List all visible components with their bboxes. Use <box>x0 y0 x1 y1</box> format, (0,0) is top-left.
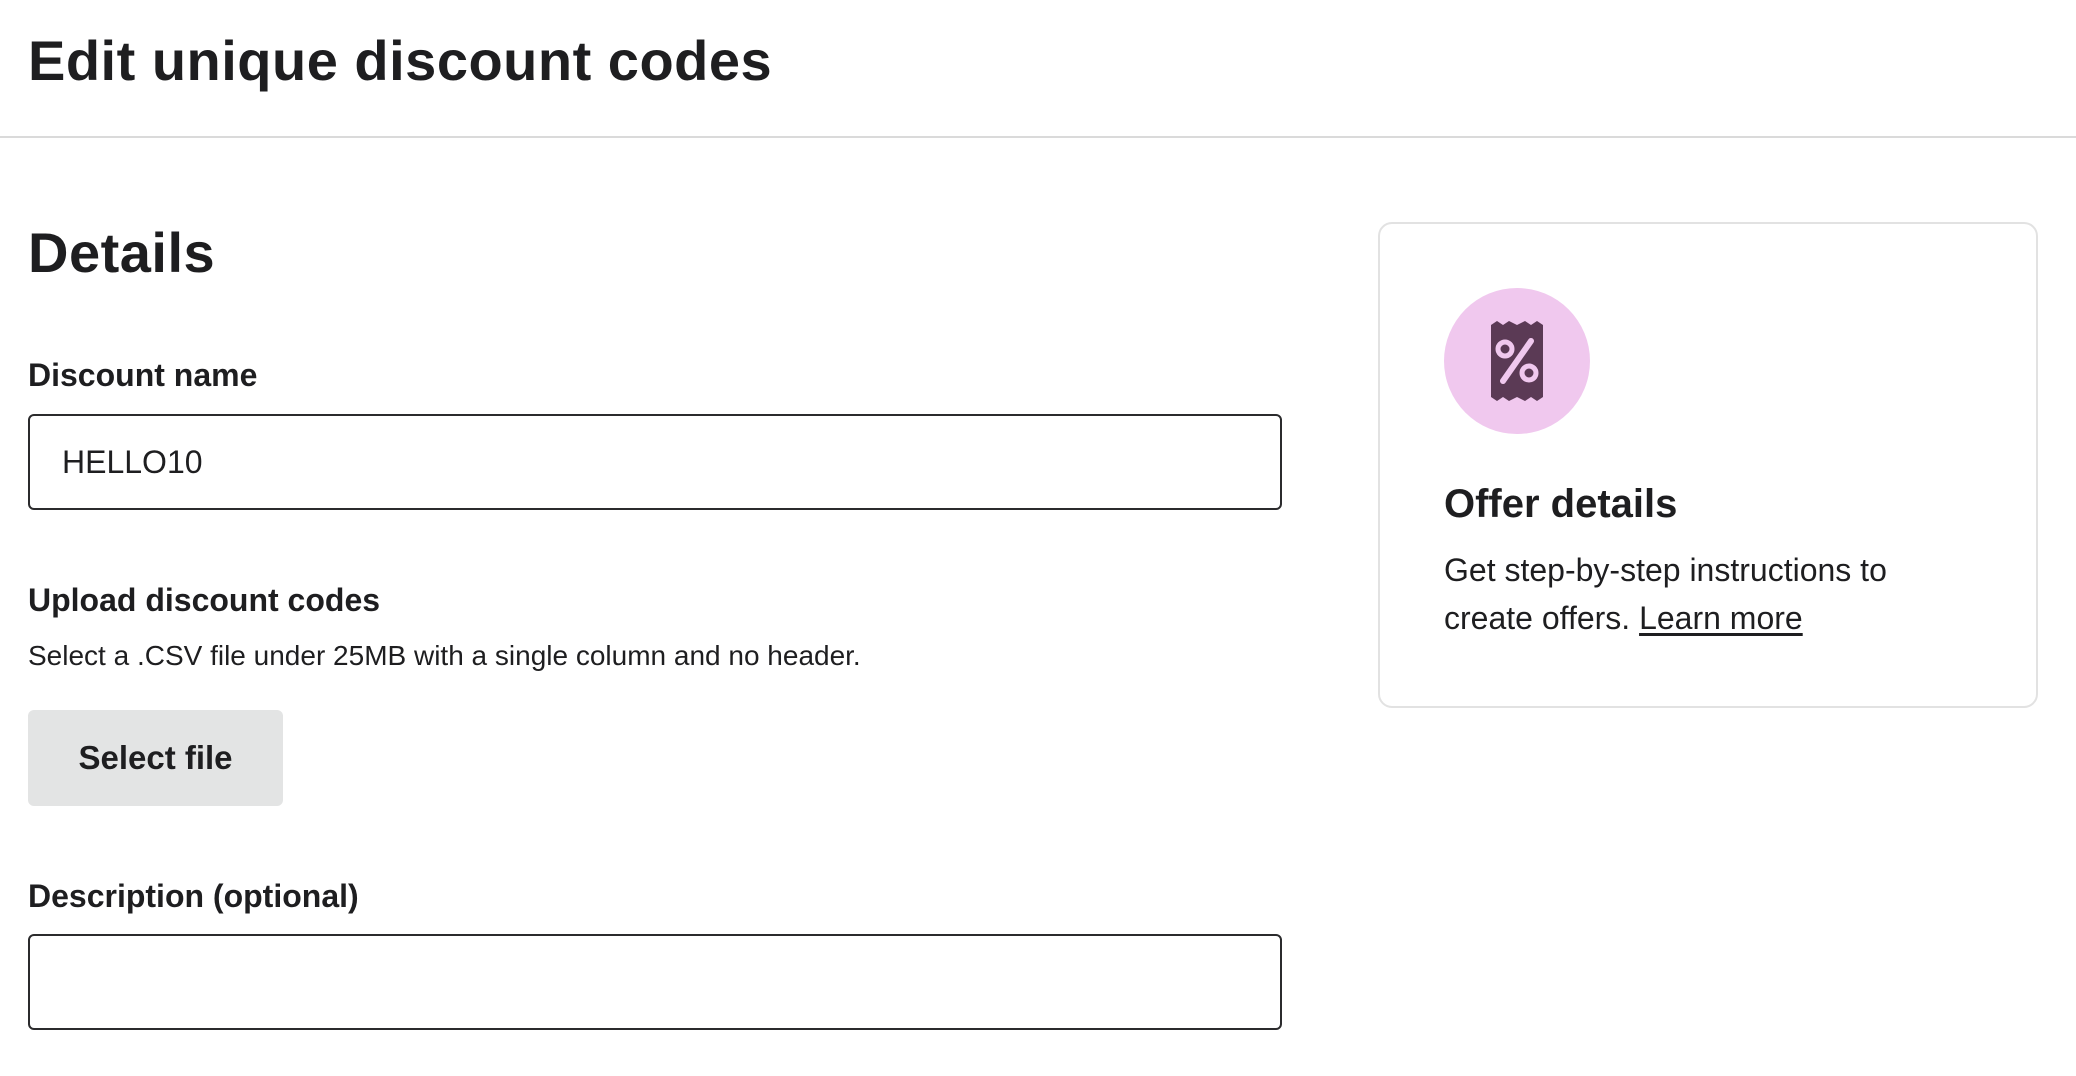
section-title-details: Details <box>28 221 216 284</box>
discount-name-label: Discount name <box>28 357 258 393</box>
learn-more-link[interactable]: Learn more <box>1639 600 1803 636</box>
discount-name-input[interactable] <box>28 414 1282 510</box>
page-title: Edit unique discount codes <box>28 29 773 92</box>
page-header: Edit unique discount codes <box>0 0 2076 138</box>
offer-icon-badge <box>1444 288 1590 434</box>
offer-card-text: Get step-by-step instructions to create … <box>1444 546 1984 642</box>
discount-ticket-icon <box>1491 321 1543 401</box>
description-input[interactable] <box>28 934 1282 1030</box>
upload-help-text: Select a .CSV file under 25MB with a sin… <box>28 640 861 671</box>
offer-card-title: Offer details <box>1444 482 1678 526</box>
upload-codes-label: Upload discount codes <box>28 582 381 618</box>
offer-details-card: Offer details Get step-by-step instructi… <box>1378 222 2038 708</box>
select-file-button[interactable]: Select file <box>28 710 283 806</box>
description-label: Description (optional) <box>28 878 359 914</box>
